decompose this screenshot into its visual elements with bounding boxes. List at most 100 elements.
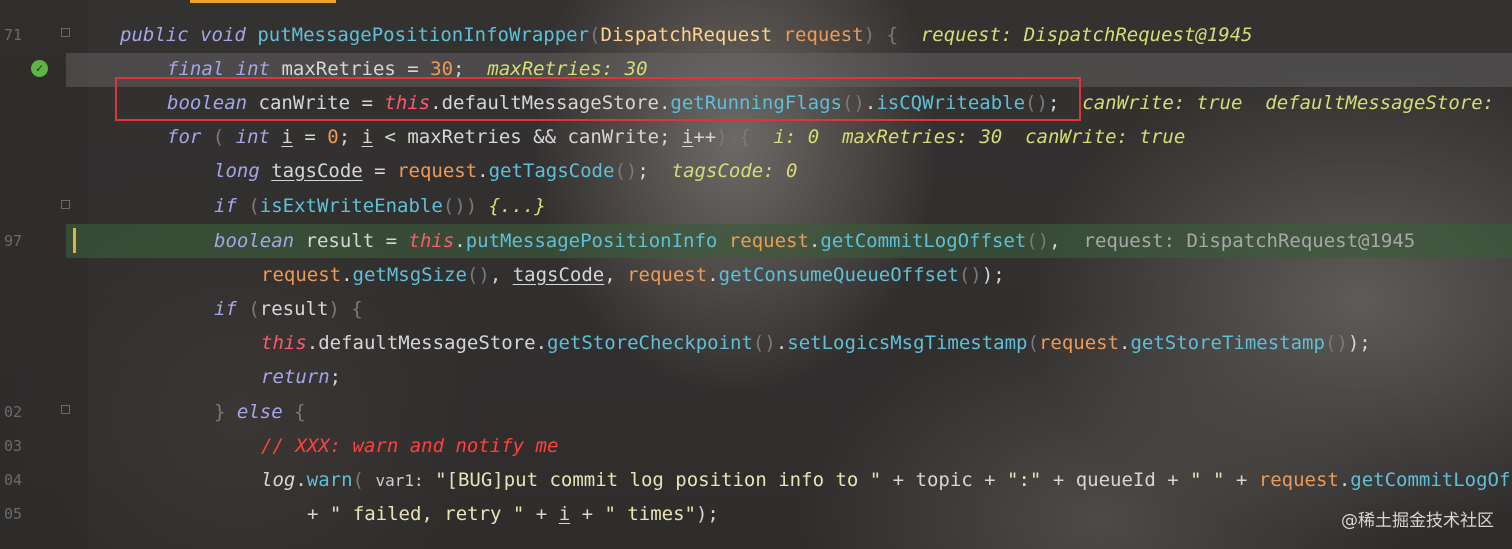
- code-line-method-signature[interactable]: public void putMessagePositionInfoWrappe…: [120, 18, 1253, 52]
- method-call: putMessagePositionInfo: [465, 230, 718, 252]
- code-line-set-timestamp[interactable]: this.defaultMessageStore.getStoreCheckpo…: [261, 326, 1371, 360]
- string-literal: ":": [1007, 469, 1042, 491]
- punctuation: ): [465, 195, 478, 217]
- fold-marker-icon[interactable]: [61, 405, 70, 414]
- code-line-tags-code[interactable]: long tagsCode = request.getTagsCode(); t…: [214, 154, 798, 188]
- line-number: 05: [3, 505, 22, 523]
- line-number: 02: [3, 403, 22, 421]
- operator: ++: [693, 126, 717, 148]
- fold-marker-icon[interactable]: [61, 200, 70, 209]
- punctuation: {: [875, 24, 898, 46]
- code-line-comment[interactable]: // XXX: warn and notify me: [261, 429, 558, 463]
- operator: +: [570, 503, 605, 525]
- punctuation: ,: [1049, 230, 1061, 252]
- punctuation: .: [477, 160, 489, 182]
- punctuation: (): [614, 160, 638, 182]
- method-call: isExtWriteEnable: [259, 195, 443, 217]
- punctuation: (): [752, 332, 776, 354]
- punctuation: (: [1027, 332, 1039, 354]
- folded-code-block[interactable]: {...}: [477, 195, 546, 217]
- expression: + queueId +: [1041, 469, 1191, 491]
- code-line-else[interactable]: } else {: [214, 395, 306, 429]
- variable: i: [558, 503, 571, 525]
- string-literal: " ": [1190, 469, 1225, 491]
- variable: i: [361, 126, 374, 148]
- punctuation: .: [295, 469, 307, 491]
- method-call: getStoreTimestamp: [1130, 332, 1325, 354]
- code-line-for-loop[interactable]: for ( int i = 0; i < maxRetries && canWr…: [167, 120, 1185, 154]
- variable: tagsCode: [512, 264, 605, 286]
- variable: result: [305, 230, 375, 252]
- line-number: 04: [3, 471, 22, 489]
- method-name: putMessagePositionInfoWrapper: [257, 24, 590, 46]
- code-line-result[interactable]: boolean result = this. putMessagePosition…: [214, 224, 1415, 258]
- keyword: void: [200, 24, 246, 46]
- keyword-this: this: [261, 332, 307, 354]
- active-tab-indicator: [190, 0, 336, 3]
- keyword: else: [236, 401, 283, 423]
- parameter: request: [1258, 469, 1339, 491]
- number: 0: [327, 126, 339, 148]
- method-call: getConsumeQueueOffset: [718, 264, 959, 286]
- punctuation: (): [1324, 332, 1348, 354]
- punctuation: }: [214, 401, 237, 423]
- code-line-log-warn[interactable]: log.warn( var1: "[BUG]put commit log pos…: [261, 463, 1512, 497]
- punctuation: (): [466, 264, 490, 286]
- method-call: getCommitLogOff: [1350, 469, 1512, 491]
- punctuation: .: [775, 332, 788, 354]
- punctuation: .: [306, 332, 319, 354]
- keyword: long: [214, 160, 260, 182]
- keyword: if: [214, 298, 237, 320]
- punctuation: .: [808, 230, 821, 252]
- code-line-return[interactable]: return;: [261, 360, 341, 394]
- punctuation: (: [236, 195, 260, 217]
- keyword: boolean: [214, 230, 295, 252]
- code-line-if-result[interactable]: if (result) {: [214, 292, 363, 326]
- keyword: int: [235, 126, 270, 148]
- punctuation: );: [981, 264, 1005, 286]
- code-line-log-warn-cont[interactable]: + " failed, retry " + i + " times");: [307, 497, 719, 531]
- parameter: request: [261, 264, 342, 286]
- punctuation: (: [352, 469, 364, 491]
- code-line-result-args[interactable]: request.getMsgSize(), tagsCode, request.…: [261, 258, 1005, 292]
- inline-debug-value: request: DispatchRequest@1945: [920, 24, 1253, 46]
- punctuation: ) {: [328, 298, 363, 320]
- punctuation: (): [1026, 230, 1050, 252]
- breakpoint-check-icon[interactable]: ✓: [31, 60, 48, 77]
- keyword: return: [261, 366, 330, 388]
- punctuation: (: [236, 298, 260, 320]
- expression: < maxRetries && canWrite;: [373, 126, 682, 148]
- parameter-name-hint: var1:: [375, 471, 424, 490]
- code-line-if-ext-write[interactable]: if (isExtWriteEnable()) {...}: [214, 189, 546, 223]
- punctuation: (): [442, 195, 466, 217]
- inline-debug-value: request: DispatchRequest@1945: [1083, 230, 1416, 252]
- variable: result: [259, 298, 329, 320]
- method-call: getTagsCode: [488, 160, 615, 182]
- variable: tagsCode: [271, 160, 363, 182]
- operator: =: [374, 230, 409, 252]
- line-number: 97: [3, 232, 22, 250]
- change-marker: [73, 228, 76, 253]
- field: defaultMessageStore: [318, 332, 536, 354]
- line-number: 03: [3, 437, 22, 455]
- string-literal: " times": [604, 503, 696, 525]
- inline-debug-value: tagsCode: 0: [671, 160, 798, 182]
- keyword-this: this: [408, 230, 455, 252]
- parameter: request: [1038, 332, 1120, 354]
- method-call: getStoreCheckpoint: [547, 332, 753, 354]
- string-literal: "[BUG]put commit log position info to ": [435, 469, 882, 491]
- watermark: @稀土掘金技术社区: [1341, 511, 1494, 531]
- variable: i: [281, 126, 293, 148]
- operator: =: [362, 160, 398, 182]
- parameter: request: [627, 264, 708, 286]
- parameter: request: [397, 160, 478, 182]
- expression: + topic +: [881, 469, 1008, 491]
- fold-marker-icon[interactable]: [61, 28, 70, 37]
- punctuation: );: [695, 503, 719, 525]
- punctuation: .: [1119, 332, 1131, 354]
- method-call: getCommitLogOffset: [820, 230, 1027, 252]
- punctuation: .: [341, 264, 353, 286]
- method-call: setLogicsMsgTimestamp: [787, 332, 1028, 354]
- punctuation: ;: [637, 160, 649, 182]
- operator: =: [292, 126, 328, 148]
